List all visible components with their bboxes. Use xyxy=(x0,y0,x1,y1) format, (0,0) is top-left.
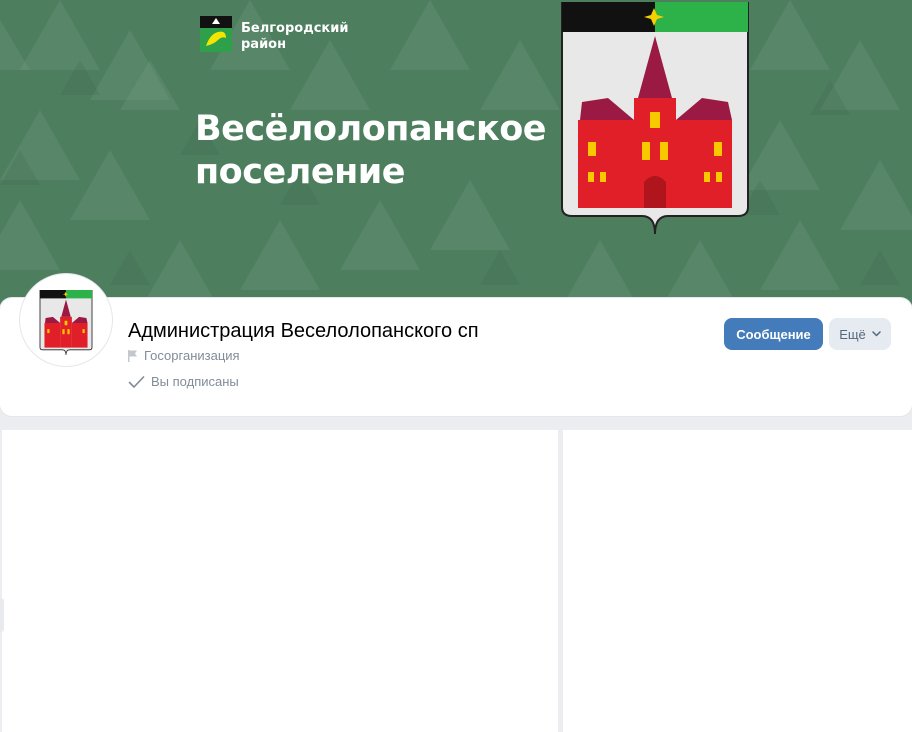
coat-of-arms-avatar-icon xyxy=(39,290,93,355)
cover-title-line-1: Весёлолопанское xyxy=(195,109,547,149)
page-title: Администрация Веселолопанского сп xyxy=(128,320,479,342)
group-type[interactable]: Госорганизация xyxy=(128,348,240,363)
cover-banner: Белгородский район Весёлолопанское посел… xyxy=(0,0,912,312)
region-line-1: Белгородский xyxy=(241,21,349,36)
subscription-status[interactable]: Вы подписаны xyxy=(128,374,239,389)
subscription-label: Вы подписаны xyxy=(151,374,239,389)
coat-of-arms-icon xyxy=(561,2,749,235)
more-button[interactable]: Ещё xyxy=(829,318,891,350)
side-column xyxy=(563,430,912,732)
community-page: Белгородский район Весёлолопанское посел… xyxy=(0,0,912,732)
community-header: Администрация Веселолопанского сп Госорг… xyxy=(0,274,912,416)
region-logo-icon xyxy=(200,16,232,52)
checkmark-icon xyxy=(128,375,145,388)
region-name: Белгородский район xyxy=(241,21,348,53)
avatar[interactable] xyxy=(20,274,112,366)
group-type-label: Госорганизация xyxy=(144,348,240,363)
region-line-2: район xyxy=(241,37,287,52)
cover-title-line-2: поселение xyxy=(195,152,406,192)
scroll-handle[interactable] xyxy=(0,598,4,632)
message-button[interactable]: Сообщение xyxy=(724,318,823,350)
more-button-label: Ещё xyxy=(839,326,866,342)
main-column xyxy=(2,430,558,732)
cover-title: Весёлолопанское поселение xyxy=(195,108,547,194)
chevron-down-icon xyxy=(872,331,881,337)
flag-icon xyxy=(128,349,137,362)
